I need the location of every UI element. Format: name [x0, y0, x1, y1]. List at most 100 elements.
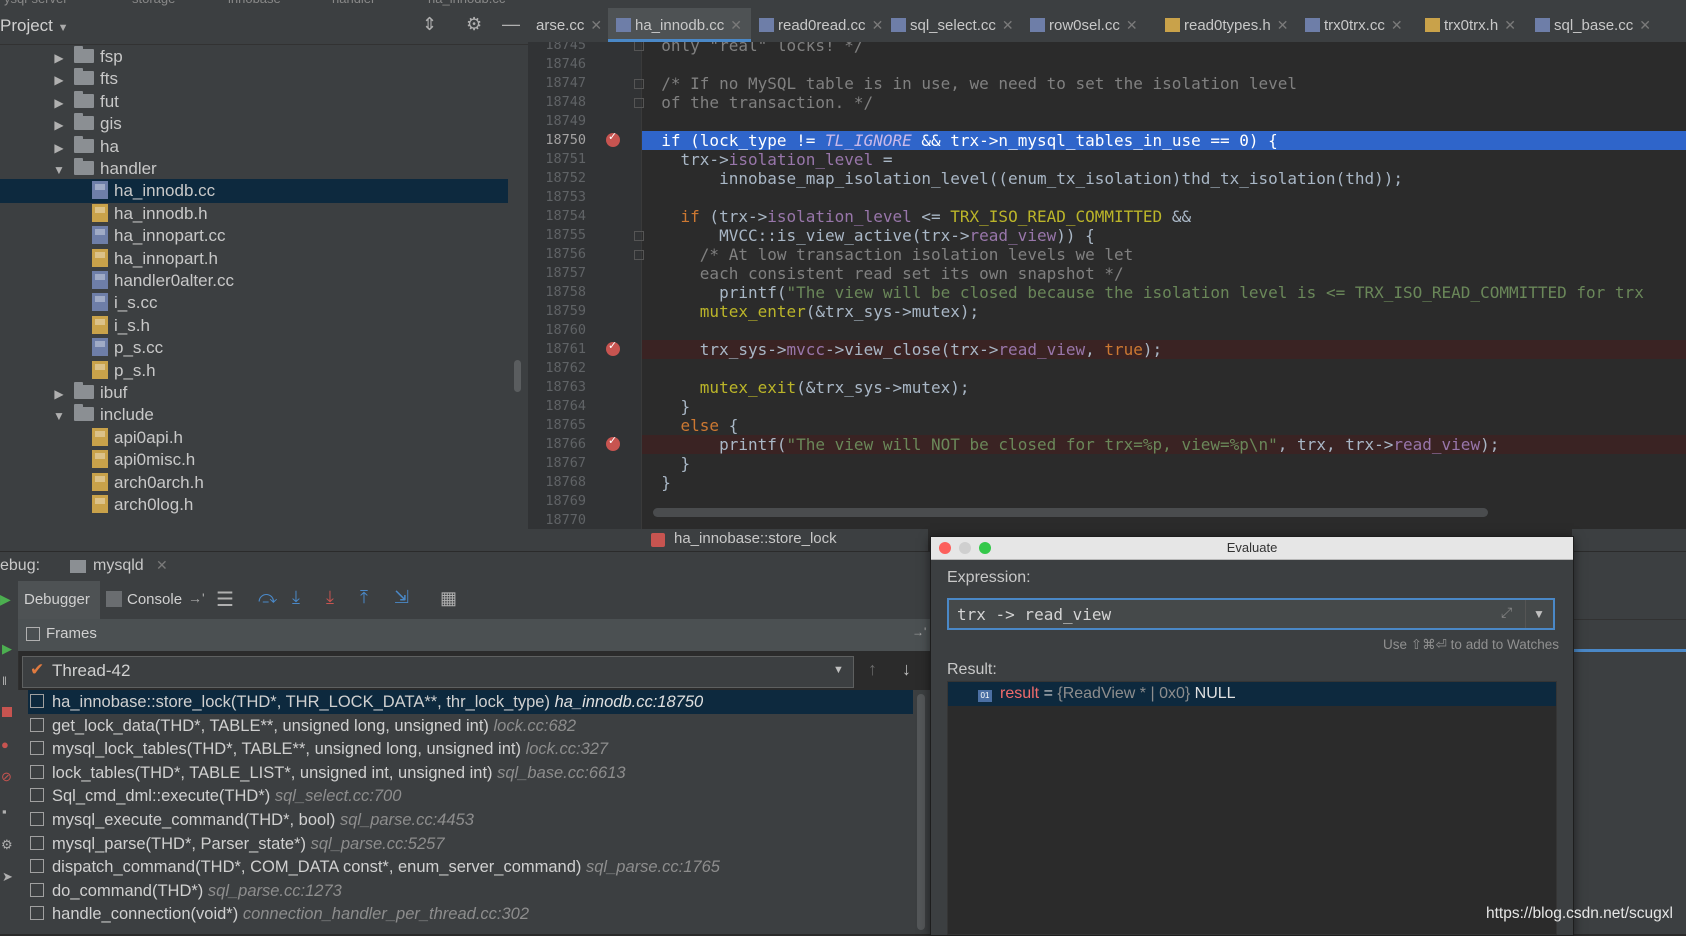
- path-segment[interactable]: innobase: [228, 0, 281, 6]
- code-line[interactable]: of the transaction. */: [642, 93, 1686, 112]
- tree-file[interactable]: arch0log.h: [0, 493, 508, 517]
- code-line[interactable]: [642, 188, 1686, 207]
- editor-tab[interactable]: row0sel.cc ✕: [1022, 8, 1157, 42]
- tab-console[interactable]: Console: [127, 591, 182, 608]
- minimize-window-icon[interactable]: [959, 542, 971, 554]
- collapsed-arrow-icon[interactable]: ▶: [52, 46, 66, 70]
- code-line[interactable]: printf("The view will be closed because …: [642, 283, 1686, 302]
- close-tab-icon[interactable]: ✕: [872, 17, 884, 33]
- stack-frame[interactable]: mysql_execute_command(THD*, bool) sql_pa…: [28, 808, 913, 832]
- stack-frame[interactable]: do_command(THD*) sql_parse.cc:1273: [28, 879, 913, 903]
- pin-tab-icon[interactable]: →': [188, 590, 205, 606]
- stack-frame[interactable]: get_lock_data(THD*, TABLE**, unsigned lo…: [28, 714, 913, 738]
- code-line[interactable]: mutex_exit(&trx_sys->mutex);: [642, 378, 1686, 397]
- code-line[interactable]: printf("The view will NOT be closed for …: [642, 435, 1686, 454]
- tree-file[interactable]: arch0arch.h: [0, 471, 508, 495]
- close-window-icon[interactable]: [939, 542, 951, 554]
- debug-session-tab[interactable]: mysqld: [93, 557, 144, 575]
- path-segment[interactable]: ha_innodb.cc: [428, 0, 505, 6]
- tree-file[interactable]: i_s.cc: [0, 291, 508, 315]
- close-session-icon[interactable]: ✕: [156, 557, 168, 574]
- stack-frame[interactable]: Sql_cmd_dml::execute(THD*) sql_select.cc…: [28, 784, 913, 808]
- close-tab-icon[interactable]: ✕: [1391, 17, 1403, 33]
- stack-frame[interactable]: handle_connection(void*) connection_hand…: [28, 902, 913, 926]
- editor-tab[interactable]: ha_innodb.cc ✕: [608, 8, 751, 42]
- tree-folder[interactable]: ▶ fsp: [0, 45, 508, 69]
- rerun-icon[interactable]: ▶: [0, 591, 11, 608]
- editor-gutter[interactable]: 18745 18746 18747 18748 18749 18750 18751 18752…: [528, 42, 644, 529]
- code-line[interactable]: if (trx->isolation_level <= TRX_ISO_READ…: [642, 207, 1686, 226]
- tree-file[interactable]: p_s.h: [0, 359, 508, 383]
- path-segment[interactable]: handler: [332, 0, 375, 6]
- stack-frame[interactable]: mysql_lock_tables(THD*, TABLE**, unsigne…: [28, 737, 913, 761]
- step-out-icon[interactable]: ⤒: [360, 587, 368, 608]
- code-line[interactable]: only "real" locks! */: [642, 42, 1686, 55]
- tree-folder[interactable]: ▶ gis: [0, 112, 508, 136]
- editor-tab[interactable]: read0read.cc ✕: [751, 8, 883, 42]
- tree-file[interactable]: ha_innopart.h: [0, 247, 508, 271]
- expanded-arrow-icon[interactable]: ▼: [52, 404, 66, 428]
- project-title[interactable]: Project ▼: [0, 16, 69, 36]
- step-into-icon[interactable]: ⤓: [292, 587, 300, 608]
- stack-frame[interactable]: dispatch_command(THD*, COM_DATA const*, …: [28, 855, 913, 879]
- code-line[interactable]: trx_sys->mvcc->view_close(trx->read_view…: [642, 340, 1686, 359]
- breakpoint-icon[interactable]: [606, 339, 620, 356]
- close-tab-icon[interactable]: ✕: [730, 17, 742, 33]
- stack-frame[interactable]: ha_innobase::store_lock(THD*, THR_LOCK_D…: [28, 690, 913, 714]
- editor-tab[interactable]: read0types.h ✕: [1157, 8, 1297, 42]
- thread-selector[interactable]: ✔ Thread-42 ▼: [22, 656, 854, 688]
- code-line[interactable]: [642, 112, 1686, 131]
- tree-file[interactable]: ha_innodb.cc: [0, 179, 508, 204]
- code-line[interactable]: }: [642, 473, 1686, 492]
- collapsed-arrow-icon[interactable]: ▶: [52, 136, 66, 160]
- stack-frame[interactable]: lock_tables(THD*, TABLE_LIST*, unsigned …: [28, 761, 913, 785]
- editor-tab[interactable]: sql_select.cc ✕: [883, 8, 1022, 42]
- tree-folder[interactable]: ▼ include: [0, 403, 508, 427]
- code-line[interactable]: [642, 359, 1686, 378]
- run-to-cursor-icon[interactable]: ⇲: [394, 587, 409, 608]
- tree-file[interactable]: handler0alter.cc: [0, 269, 508, 293]
- editor-tab[interactable]: sql_base.cc ✕: [1527, 8, 1651, 42]
- pin-icon[interactable]: ➤: [2, 869, 13, 885]
- tree-folder[interactable]: ▶ ha: [0, 135, 508, 159]
- tree-file[interactable]: ha_innopart.cc: [0, 224, 508, 248]
- tree-file[interactable]: api0api.h: [0, 426, 508, 450]
- hide-panel-icon[interactable]: —: [502, 14, 520, 35]
- mute-breakpoints-icon[interactable]: ⊘: [1, 769, 12, 785]
- code-line[interactable]: /* At low transaction isolation levels w…: [642, 245, 1686, 264]
- tree-file[interactable]: p_s.cc: [0, 336, 508, 360]
- result-row[interactable]: 01 result = {ReadView * | 0x0} NULL: [948, 682, 1556, 706]
- pause-icon[interactable]: ‖: [2, 674, 7, 688]
- layout-menu-icon[interactable]: ☰: [216, 587, 234, 612]
- code-line[interactable]: }: [642, 454, 1686, 473]
- editor-horizontal-scrollbar[interactable]: [653, 508, 1488, 517]
- tree-folder[interactable]: ▼ handler: [0, 157, 508, 181]
- expanded-arrow-icon[interactable]: ▼: [52, 158, 66, 182]
- step-over-icon[interactable]: ⤼: [258, 587, 277, 608]
- zoom-window-icon[interactable]: [979, 542, 991, 554]
- close-tab-icon[interactable]: ✕: [1126, 17, 1138, 33]
- project-scrollbar[interactable]: [514, 360, 521, 392]
- code-line[interactable]: trx->isolation_level =: [642, 150, 1686, 169]
- collapsed-arrow-icon[interactable]: ▶: [52, 91, 66, 115]
- code-line[interactable]: /* If no MySQL table is in use, we need …: [642, 74, 1686, 93]
- path-segment[interactable]: storage: [132, 0, 175, 6]
- close-tab-icon[interactable]: ✕: [1504, 17, 1516, 33]
- close-tab-icon[interactable]: ✕: [1002, 17, 1014, 33]
- collapsed-arrow-icon[interactable]: ▶: [52, 382, 66, 406]
- breakpoint-icon[interactable]: [606, 434, 620, 451]
- next-frame-icon[interactable]: ↓: [902, 659, 911, 680]
- tree-file[interactable]: api0misc.h: [0, 448, 508, 472]
- stack-frame[interactable]: mysql_parse(THD*, Parser_state*) sql_par…: [28, 832, 913, 856]
- code-line[interactable]: MVCC::is_view_active(trx->read_view)) {: [642, 226, 1686, 245]
- collapsed-arrow-icon[interactable]: ▶: [52, 68, 66, 92]
- code-line[interactable]: each consistent read set its own snapsho…: [642, 264, 1686, 283]
- tree-folder[interactable]: ▶ ibuf: [0, 381, 508, 405]
- tree-file[interactable]: ha_innodb.h: [0, 202, 508, 226]
- view-breakpoints-icon[interactable]: ●: [1, 737, 9, 752]
- code-line[interactable]: [642, 321, 1686, 340]
- resume-icon[interactable]: ▶: [2, 641, 12, 657]
- breadcrumb[interactable]: ha_innobase::store_lock: [528, 529, 928, 551]
- code-line[interactable]: if (lock_type != TL_IGNORE && trx->n_mys…: [642, 131, 1686, 150]
- tree-file[interactable]: i_s.h: [0, 314, 508, 338]
